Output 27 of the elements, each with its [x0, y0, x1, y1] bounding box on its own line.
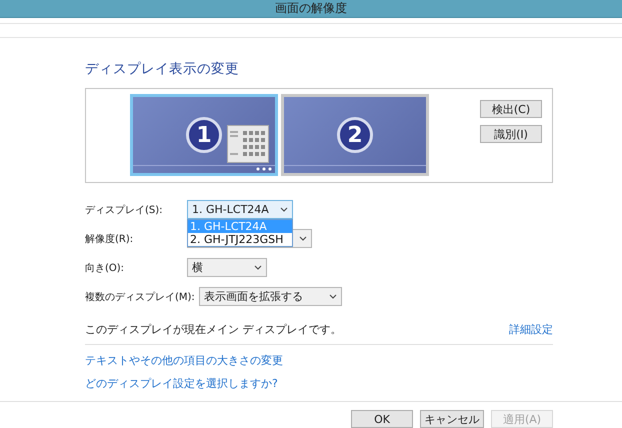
dialog-button[interactable]: キャンセル	[420, 410, 484, 428]
chevron-down-icon	[280, 207, 288, 212]
monitor-number: 1	[186, 117, 222, 153]
monitor-tile[interactable]: 1	[130, 94, 278, 176]
field-label: 向き(O):	[85, 262, 126, 274]
more-dots-icon	[256, 167, 272, 171]
main-display-note: このディスプレイが現在メイン ディスプレイです。	[85, 322, 342, 336]
monitor-number: 2	[337, 117, 373, 153]
side-button[interactable]: 検出(C)	[480, 100, 542, 118]
dropdown-select[interactable]: 1. GH-LCT24A	[187, 200, 293, 219]
field-label: 解像度(R):	[85, 232, 134, 246]
side-button[interactable]: 識別(I)	[480, 125, 542, 143]
chevron-down-icon	[299, 236, 307, 241]
dropdown-select[interactable]: 表示画面を拡張する	[198, 287, 342, 306]
field-label: 複数のディスプレイ(M):	[85, 290, 196, 304]
advanced-settings-link[interactable]: 詳細設定	[509, 322, 553, 336]
chevron-down-icon	[328, 294, 337, 299]
chevron-down-icon	[254, 265, 262, 270]
dialog-button[interactable]: OK	[351, 410, 413, 428]
dropdown-select[interactable]: 横	[187, 258, 267, 277]
app-window-icon	[227, 125, 269, 163]
window-title: 画面の解像度	[275, 0, 347, 17]
section-heading: ディスプレイ表示の変更	[85, 60, 240, 79]
help-link[interactable]: どのディスプレイ設定を選択しますか?	[85, 377, 278, 390]
monitor-tile[interactable]: 2	[281, 94, 429, 176]
help-link[interactable]: テキストやその他の項目の大きさの変更	[85, 354, 283, 367]
field-label: ディスプレイ(S):	[85, 204, 164, 216]
